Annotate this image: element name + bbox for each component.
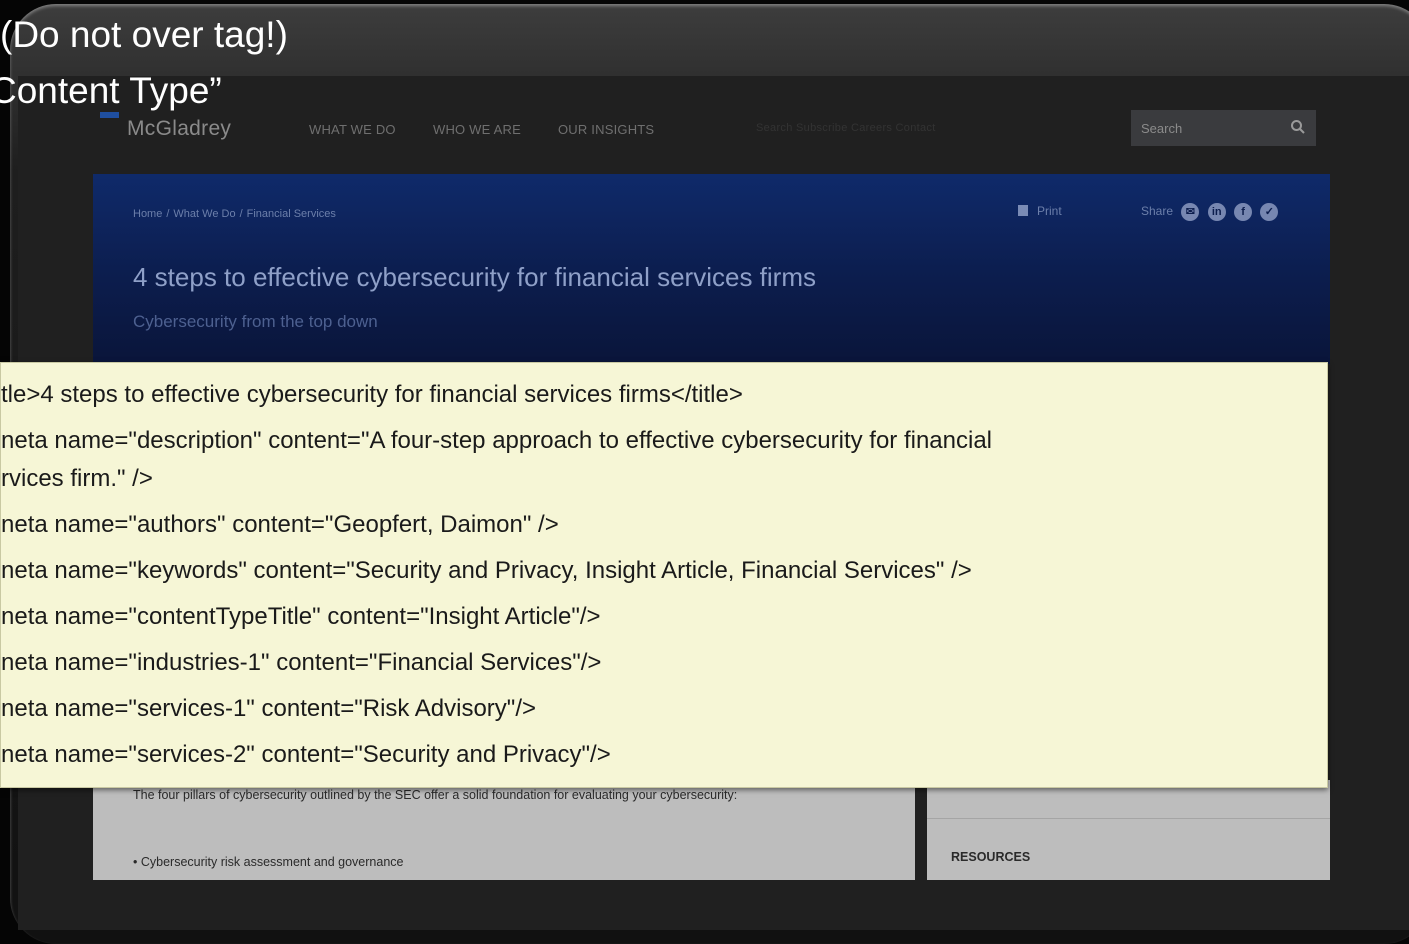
meta-content-type-line: neta name="contentTypeTitle" content="In…	[1, 603, 601, 630]
page-subtitle: Cybersecurity from the top down	[133, 312, 378, 331]
breadcrumb: Home / What We Do / Financial Services	[133, 208, 336, 220]
search-input[interactable]	[1131, 110, 1281, 146]
logo-accent-bar	[100, 112, 119, 118]
slide-heading-line-1: (Do not over tag!)	[0, 14, 288, 55]
meta-services-2-line: neta name="services-2" content="Security…	[1, 741, 611, 768]
print-icon	[1018, 205, 1028, 216]
breadcrumb-what-we-do[interactable]: What We Do	[173, 208, 235, 220]
meta-industries-line: neta name="industries-1" content="Financ…	[1, 649, 602, 676]
site-logo[interactable]: McGladrey	[127, 117, 231, 141]
utility-links[interactable]: Search Subscribe Careers Contact	[756, 122, 936, 134]
article-hero: Home / What We Do / Financial Services Print…	[93, 174, 1330, 364]
facebook-icon[interactable]: f	[1234, 203, 1253, 221]
meta-description-line: neta name="description" content="A four-…	[1, 427, 993, 454]
nav-what-we-do[interactable]: WHAT WE DO	[309, 122, 396, 137]
article-bullet-text: Cybersecurity risk assessment and govern…	[140, 855, 404, 869]
meta-title-line: tle>4 steps to effective cybersecurity f…	[1, 381, 743, 408]
article-paragraph: The four pillars of cybersecurity outlin…	[133, 788, 738, 802]
article-bullet: • Cybersecurity risk assessment and gove…	[133, 855, 404, 869]
share-bar: Share ✉ in f ✓	[1141, 203, 1279, 221]
meta-authors-line: neta name="authors" content="Geopfert, D…	[1, 511, 559, 538]
sidebar-panel: RESOURCES	[927, 780, 1330, 880]
share-label: Share	[1141, 204, 1174, 219]
breadcrumb-home[interactable]: Home	[133, 208, 162, 220]
search-icon[interactable]	[1290, 119, 1306, 135]
search-box	[1131, 110, 1316, 146]
print-button[interactable]: Print	[1018, 204, 1062, 218]
linkedin-icon[interactable]: in	[1207, 203, 1226, 221]
meta-description-line-2: rvices firm." />	[1, 465, 153, 492]
nav-who-we-are[interactable]: WHO WE ARE	[433, 122, 521, 137]
email-icon[interactable]: ✉	[1181, 203, 1200, 221]
slide-heading-line-2: Content Type”	[0, 70, 222, 111]
article-body: The four pillars of cybersecurity outlin…	[93, 780, 915, 880]
meta-keywords-line: neta name="keywords" content="Security a…	[1, 557, 972, 584]
page-title: 4 steps to effective cybersecurity for f…	[133, 262, 816, 292]
twitter-icon[interactable]: ✓	[1260, 203, 1279, 221]
print-label: Print	[1037, 204, 1062, 218]
sidebar-divider	[927, 818, 1330, 819]
nav-our-insights[interactable]: OUR INSIGHTS	[558, 122, 654, 137]
resources-heading: RESOURCES	[951, 850, 1031, 864]
meta-services-1-line: neta name="services-1" content="Risk Adv…	[1, 695, 536, 722]
metadata-callout: tle>4 steps to effective cybersecurity f…	[0, 362, 1328, 788]
breadcrumb-financial-services[interactable]: Financial Services	[247, 208, 336, 220]
